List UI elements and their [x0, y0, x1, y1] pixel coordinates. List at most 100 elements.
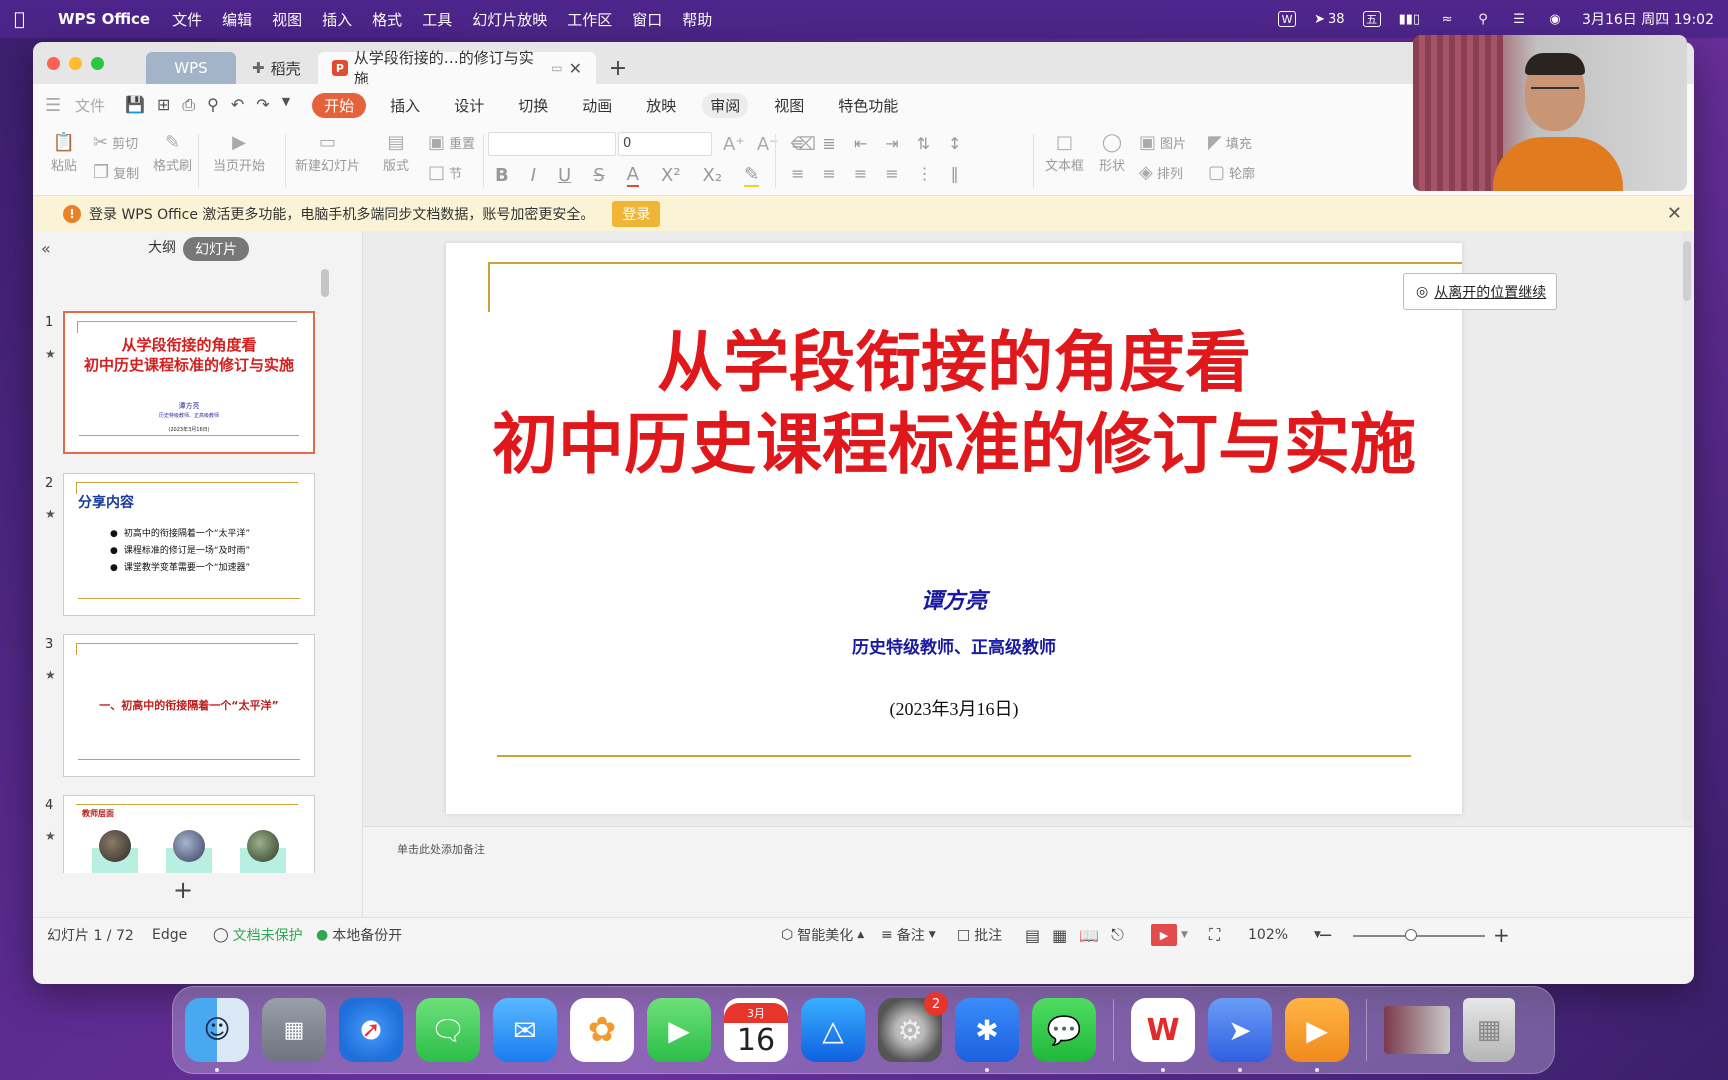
ribbon-file[interactable]: 文件 — [75, 95, 105, 116]
outline-button[interactable]: ▢ 轮廓 — [1208, 162, 1255, 183]
tv-icon[interactable]: ▶ — [1285, 998, 1349, 1072]
menu-window[interactable]: 窗口 — [632, 9, 662, 30]
reset-button[interactable]: ▣ 重置 — [428, 132, 475, 153]
slide-thumbnail-1[interactable]: 从学段衔接的角度看 初中历史课程标准的修订与实施 谭方亮 历史特级教师、正高级教… — [63, 311, 315, 454]
menu-workspace[interactable]: 工作区 — [567, 9, 612, 30]
slide-date[interactable]: (2023年3月16日) — [446, 695, 1462, 721]
align-center-icon[interactable]: ≡ — [822, 164, 835, 183]
feishu-icon[interactable]: ➤ — [1208, 998, 1272, 1072]
shape-button[interactable]: ◯ 形状 — [1099, 132, 1125, 174]
presenter-tools-icon[interactable]: ⎋ — [1111, 925, 1124, 945]
strikethrough-icon[interactable]: S — [593, 165, 604, 186]
redo-icon[interactable]: ↷ — [256, 95, 269, 115]
normal-view-icon[interactable]: ▤ — [1025, 926, 1040, 945]
text-direction-icon[interactable]: ⇅ — [917, 134, 930, 153]
arrange-button[interactable]: ◈ 排列 — [1139, 162, 1183, 183]
collapse-panel-icon[interactable]: « — [41, 239, 51, 258]
font-family-select[interactable] — [488, 132, 616, 156]
zoom-out-icon[interactable]: − — [1318, 925, 1333, 946]
smart-beautify-button[interactable]: ⬡ 智能美化 ▲ — [781, 925, 864, 945]
print-icon[interactable]: ⎙ — [182, 95, 195, 115]
fit-window-icon[interactable]: ⛶ — [1209, 925, 1220, 945]
safari-icon[interactable]: ➚ — [339, 998, 403, 1062]
finder-icon[interactable]: ☺ — [185, 998, 249, 1072]
minimize-window-button[interactable] — [69, 57, 82, 70]
decrease-indent-icon[interactable]: ⇤ — [854, 134, 867, 153]
increase-indent-icon[interactable]: ⇥ — [885, 134, 898, 153]
zoom-slider[interactable] — [1353, 935, 1485, 937]
tab-slides[interactable]: 幻灯片 — [183, 237, 249, 261]
font-size-select[interactable]: 0 — [618, 132, 712, 156]
wps-tray-icon[interactable]: W — [1278, 11, 1297, 27]
scrollbar-thumb[interactable] — [1683, 241, 1691, 301]
zoom-select[interactable]: 102% ▼ — [1248, 927, 1321, 943]
input-method-icon[interactable]: 五 — [1362, 11, 1381, 27]
wps-icon[interactable]: W — [1131, 998, 1195, 1072]
italic-icon[interactable]: I — [531, 165, 536, 186]
tab-wps-home[interactable]: WPS — [146, 52, 236, 84]
chevron-down-icon[interactable]: ▼ — [282, 95, 290, 115]
preview-icon[interactable]: ⚲ — [207, 95, 219, 115]
line-spacing-icon[interactable]: ↕ — [948, 134, 961, 153]
login-button[interactable]: 登录 — [612, 200, 661, 227]
app-store-icon[interactable]: △ — [801, 998, 865, 1062]
paste-button[interactable]: 📋 粘贴 — [51, 132, 77, 174]
new-slide-button[interactable]: ▭ 新建幻灯片 — [295, 132, 360, 174]
wechat-icon[interactable]: 💬 — [1032, 998, 1096, 1062]
zoom-window-button[interactable] — [91, 57, 104, 70]
tab-document[interactable]: P 从学段衔接的…的修订与实施 ▭ ✕ — [318, 49, 596, 88]
theme-name[interactable]: Edge — [152, 927, 187, 943]
picture-button[interactable]: ▣ 图片 — [1139, 132, 1186, 153]
menu-insert[interactable]: 插入 — [322, 9, 352, 30]
menu-edit[interactable]: 编辑 — [222, 9, 252, 30]
calendar-icon[interactable]: 3月 16 — [724, 998, 788, 1062]
slide-thumbnail-3[interactable]: 一、初高中的衔接隔着一个“太平洋” — [63, 634, 315, 777]
close-window-button[interactable] — [47, 57, 60, 70]
fill-button[interactable]: ◤ 填充 — [1208, 132, 1252, 153]
section-button[interactable]: □ 节 — [428, 162, 462, 183]
menu-file[interactable]: 文件 — [172, 9, 202, 30]
photos-icon[interactable]: ✿ — [570, 998, 634, 1062]
tab-design[interactable]: 设计 — [454, 95, 484, 116]
comment-button[interactable]: □ 批注 — [957, 925, 1002, 945]
copy-button[interactable]: ❐ 复制 — [93, 162, 139, 183]
wifi-icon[interactable]: ≈ — [1438, 10, 1456, 28]
screen-icon[interactable]: ▭ — [551, 61, 562, 75]
battery-icon[interactable]: ▮▮▯ — [1399, 10, 1420, 28]
subscript-icon[interactable]: X₂ — [703, 165, 723, 186]
layout-button[interactable]: ▤ 版式 — [383, 132, 409, 174]
siri-icon[interactable]: ◉ — [1546, 10, 1564, 28]
slide-thumbnail-4[interactable]: 教师层面 — [63, 795, 315, 873]
facetime-icon[interactable]: ▶ — [647, 998, 711, 1062]
close-icon[interactable]: ✕ — [1667, 203, 1682, 224]
bold-icon[interactable]: B — [495, 165, 509, 186]
tab-animation[interactable]: 动画 — [582, 95, 612, 116]
system-settings-icon[interactable]: ⚙ 2 — [878, 992, 948, 1062]
document-protection[interactable]: ◯ 文档未保护 — [213, 925, 303, 945]
save-icon[interactable]: 💾 — [125, 95, 145, 115]
font-color-icon[interactable]: A — [626, 164, 639, 187]
textbox-button[interactable]: □ 文本框 — [1045, 132, 1084, 174]
menu-clock[interactable]: 3月16日 周四 19:02 — [1582, 9, 1714, 29]
tab-daoke[interactable]: ✚ 稻壳 — [238, 52, 316, 84]
play-from-current-button[interactable]: ▶ 当页开始 — [213, 132, 265, 174]
align-right-icon[interactable]: ≡ — [854, 164, 867, 183]
tab-review[interactable]: 审阅 — [702, 92, 749, 118]
slide-thumbnail-2[interactable]: 分享内容 初高中的衔接隔着一个“太平洋” 课程标准的修订是一场“及时雨” 课堂教… — [63, 473, 315, 616]
zoom-slider-handle[interactable] — [1405, 929, 1417, 941]
continue-from-last-position-button[interactable]: ◎ 从离开的位置继续 — [1403, 273, 1557, 310]
notes-toggle[interactable]: ≡ 备注 ▼ — [881, 925, 936, 945]
slide-title[interactable]: 从学段衔接的角度看 初中历史课程标准的修订与实施 — [446, 321, 1462, 485]
justify-icon[interactable]: ≡ — [885, 164, 898, 183]
current-slide[interactable]: 从学段衔接的角度看 初中历史课程标准的修订与实施 谭方亮 历史特级教师、正高级教… — [446, 243, 1462, 814]
export-icon[interactable]: ⊞ — [157, 95, 170, 115]
search-icon[interactable]: ⚲ — [1474, 10, 1492, 28]
app-menu-name[interactable]: WPS Office — [58, 10, 150, 28]
feishu-tray-icon[interactable]: ➤ 38 — [1314, 10, 1344, 28]
launchpad-icon[interactable]: ▦ — [262, 998, 326, 1062]
menu-format[interactable]: 格式 — [372, 9, 402, 30]
window-preview-icon[interactable] — [1384, 1006, 1450, 1054]
tab-insert[interactable]: 插入 — [390, 95, 420, 116]
control-center-icon[interactable]: ☰ — [1510, 10, 1528, 28]
thumbnail-scrollbar[interactable] — [321, 269, 329, 297]
